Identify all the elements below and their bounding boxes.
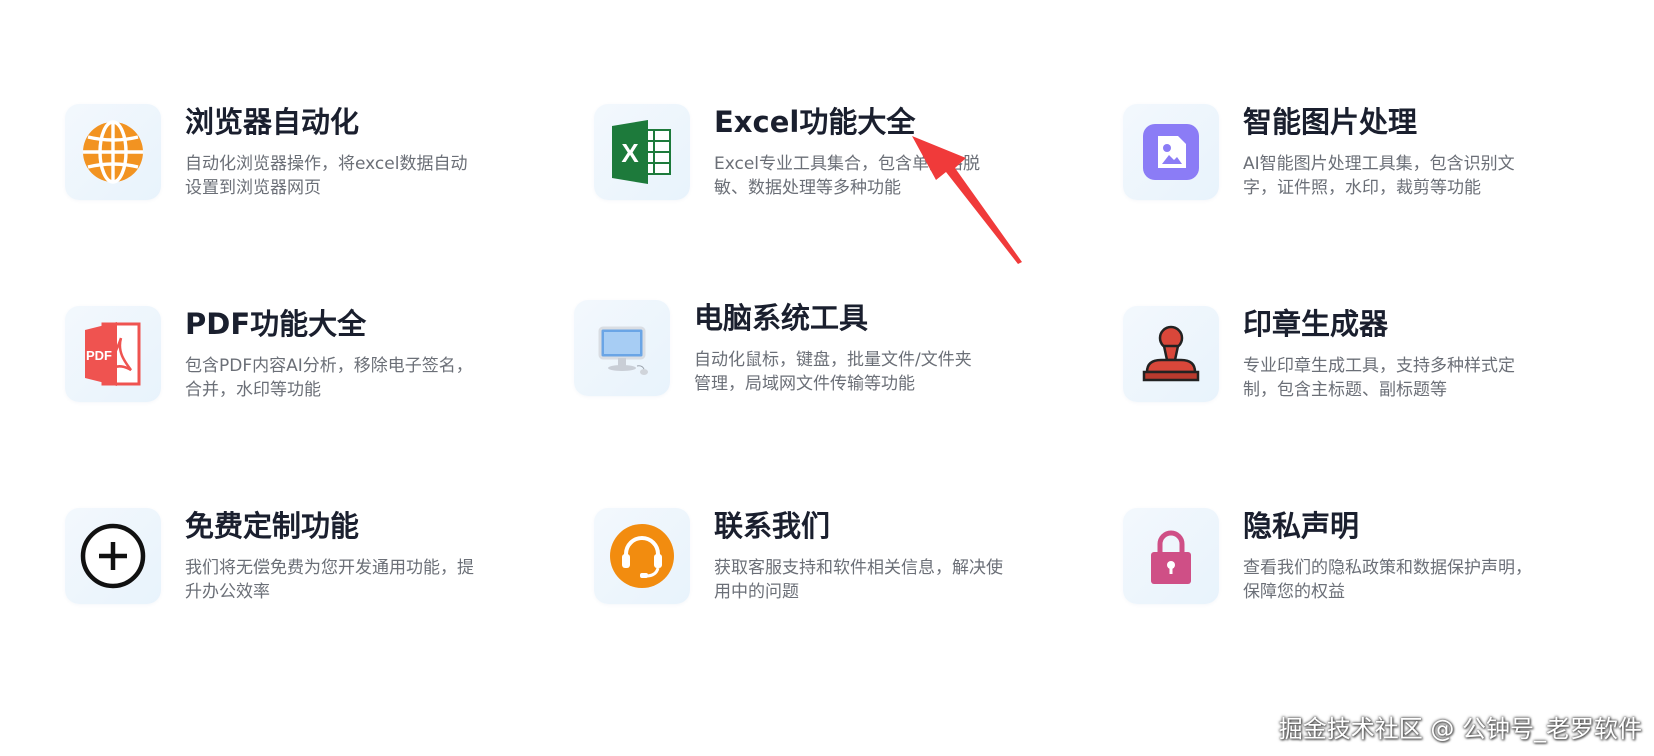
card-system-tools[interactable]: 电脑系统工具 自动化鼠标，键盘，批量文件/文件夹管理，局域网文件传输等功能 (574, 300, 994, 400)
card-image-processing[interactable]: 智能图片处理 AI智能图片处理工具集，包含识别文字，证件照，水印，裁剪等功能 (1123, 104, 1543, 204)
card-description: 获取客服支持和软件相关信息，解决使用中的问题 (714, 558, 1003, 602)
card-stamp-generator[interactable]: 印章生成器 专业印章生成工具，支持多种样式定制，包含主标题、副标题等 (1123, 306, 1543, 406)
globe-icon (65, 104, 161, 200)
card-description: 我们将无偿免费为您开发通用功能，提升办公效率 (185, 558, 474, 602)
card-description: Excel专业工具集合，包含单元格脱敏、数据处理等多种功能 (714, 154, 981, 198)
card-browser-automation[interactable]: 浏览器自动化 自动化浏览器操作，将excel数据自动设置到浏览器网页 (65, 104, 485, 204)
image-icon (1123, 104, 1219, 200)
excel-icon: X (594, 104, 690, 200)
card-description: 包含PDF内容AI分析，移除电子签名，合并，水印等功能 (185, 356, 473, 400)
card-title: 联系我们 (714, 509, 831, 543)
excel-letter: X (621, 138, 639, 168)
card-privacy-statement[interactable]: 隐私声明 查看我们的隐私政策和数据保护声明，保障您的权益 (1123, 508, 1543, 608)
card-description: AI智能图片处理工具集，包含识别文字，证件照，水印，裁剪等功能 (1243, 154, 1515, 198)
watermark-text: 掘金技术社区 @ 公钟号_老罗软件 (1278, 715, 1642, 743)
card-custom-features[interactable]: 免费定制功能 我们将无偿免费为您开发通用功能，提升办公效率 (65, 508, 485, 608)
lock-icon (1123, 508, 1219, 604)
card-description: 自动化浏览器操作，将excel数据自动设置到浏览器网页 (185, 154, 468, 198)
pdf-icon: PDF (65, 306, 161, 402)
card-title: 免费定制功能 (185, 509, 360, 543)
plus-circle-icon (65, 508, 161, 604)
card-description: 自动化鼠标，键盘，批量文件/文件夹管理，局域网文件传输等功能 (694, 350, 972, 394)
headset-icon (594, 508, 690, 604)
card-excel-tools[interactable]: X Excel功能大全 Excel专业工具集合，包含单元格脱敏、数据处理等多种功… (594, 104, 1014, 204)
card-title: PDF功能大全 (185, 307, 367, 341)
card-title: 浏览器自动化 (185, 105, 360, 139)
card-title: 智能图片处理 (1243, 105, 1418, 139)
card-title: 电脑系统工具 (694, 301, 869, 335)
card-description: 查看我们的隐私政策和数据保护声明，保障您的权益 (1243, 558, 1532, 602)
card-title: 隐私声明 (1243, 509, 1360, 543)
card-contact-us[interactable]: 联系我们 获取客服支持和软件相关信息，解决使用中的问题 (594, 508, 1014, 608)
card-title: Excel功能大全 (714, 105, 916, 139)
stamp-icon (1123, 306, 1219, 402)
computer-icon (574, 300, 670, 396)
card-pdf-tools[interactable]: PDF PDF功能大全 包含PDF内容AI分析，移除电子签名，合并，水印等功能 (65, 306, 485, 406)
card-description: 专业印章生成工具，支持多种样式定制，包含主标题、副标题等 (1243, 356, 1515, 400)
pdf-label: PDF (86, 348, 112, 363)
card-title: 印章生成器 (1243, 307, 1389, 341)
